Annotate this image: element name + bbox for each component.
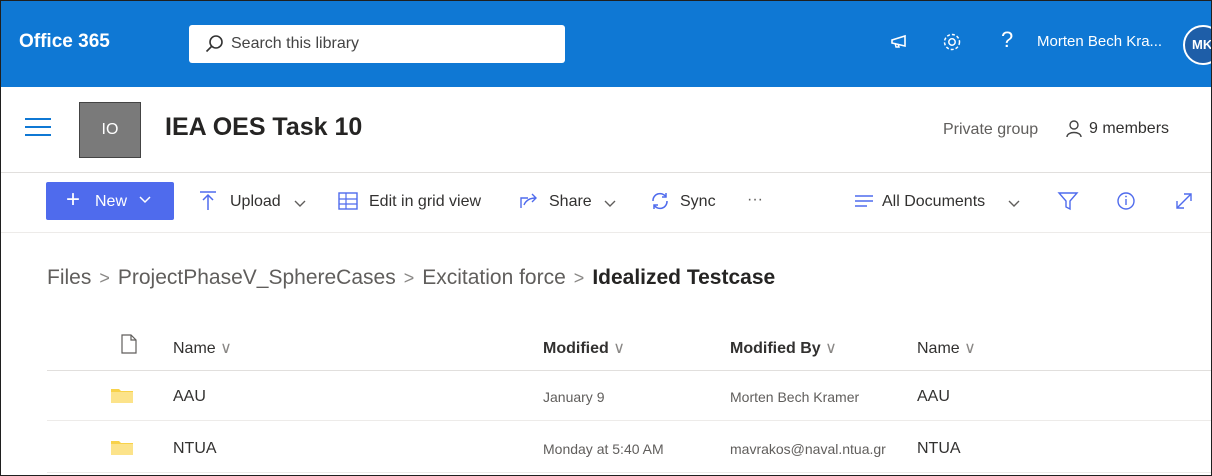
- row-modified-by[interactable]: Morten Bech Kramer: [730, 389, 859, 405]
- help-icon[interactable]: ?: [1001, 27, 1013, 53]
- row-name-2: NTUA: [917, 440, 961, 457]
- megaphone-icon[interactable]: [889, 31, 911, 53]
- app-launcher-brand[interactable]: Office 365: [19, 31, 110, 53]
- members-link[interactable]: 9 members: [1089, 120, 1169, 138]
- breadcrumb-item-excitation-force[interactable]: Excitation force: [422, 266, 566, 289]
- upload-button[interactable]: Upload: [230, 193, 281, 211]
- search-icon: [205, 35, 223, 53]
- site-title[interactable]: IEA OES Task 10: [165, 113, 362, 142]
- share-icon: [520, 193, 537, 208]
- filter-icon[interactable]: [1057, 190, 1079, 212]
- table-row[interactable]: AAU January 9 Morten Bech Kramer AAU: [47, 371, 1211, 421]
- breadcrumb-separator: >: [573, 268, 585, 288]
- column-header-name-2[interactable]: Name ∨: [917, 338, 976, 358]
- chevron-down-icon[interactable]: [1008, 200, 1020, 208]
- info-icon[interactable]: [1115, 190, 1137, 212]
- column-header-modified-by[interactable]: Modified By ∨: [730, 338, 837, 358]
- suite-bar: Office 365 Search this library ? Morten …: [1, 1, 1211, 87]
- command-bar: + New Upload Edit in grid view Share Syn…: [1, 173, 1211, 233]
- chevron-down-icon: ∨: [964, 340, 976, 357]
- sync-button[interactable]: Sync: [680, 193, 716, 211]
- group-privacy-label: Private group: [943, 121, 1039, 138]
- avatar[interactable]: MK: [1183, 25, 1211, 65]
- column-header-modified[interactable]: Modified ∨: [543, 338, 625, 358]
- breadcrumb-item-files[interactable]: Files: [47, 266, 91, 289]
- file-type-icon: [121, 334, 137, 354]
- sync-icon: [652, 192, 668, 210]
- breadcrumb-separator: >: [99, 268, 110, 288]
- folder-icon: [111, 441, 133, 455]
- gear-icon[interactable]: [941, 31, 963, 53]
- chevron-down-icon[interactable]: [294, 200, 306, 208]
- table-row[interactable]: NTUA Monday at 5:40 AM mavrakos@naval.nt…: [47, 423, 1211, 473]
- list-header: Name ∨ Modified ∨ Modified By ∨ Name ∨: [47, 321, 1211, 371]
- row-modified-by[interactable]: mavrakos@naval.ntua.gr: [730, 441, 886, 457]
- row-modified: January 9: [543, 389, 605, 405]
- sharepoint-window: Office 365 Search this library ? Morten …: [0, 0, 1212, 476]
- grid-icon: [338, 192, 358, 210]
- plus-icon: +: [66, 186, 81, 213]
- view-options-icon: [855, 195, 873, 207]
- row-name[interactable]: NTUA: [173, 440, 217, 458]
- folder-icon: [111, 389, 133, 403]
- chevron-down-icon: [139, 196, 151, 204]
- site-logo[interactable]: IO: [79, 102, 141, 158]
- person-icon: [1066, 120, 1082, 138]
- search-box[interactable]: Search this library: [189, 25, 565, 63]
- user-name[interactable]: Morten Bech Kra...: [1037, 33, 1162, 50]
- upload-icon: [200, 191, 216, 210]
- chevron-down-icon: ∨: [220, 340, 232, 357]
- row-modified: Monday at 5:40 AM: [543, 441, 664, 457]
- expand-icon[interactable]: [1173, 190, 1195, 212]
- more-options-icon[interactable]: ···: [747, 191, 763, 209]
- search-input[interactable]: Search this library: [231, 35, 359, 53]
- site-header: IO IEA OES Task 10 Private group 9 membe…: [1, 87, 1211, 173]
- new-button-label: New: [95, 193, 128, 210]
- edit-in-grid-view-button[interactable]: Edit in grid view: [369, 193, 481, 211]
- chevron-down-icon[interactable]: [604, 200, 616, 208]
- column-header-name[interactable]: Name ∨: [173, 338, 232, 358]
- row-name[interactable]: AAU: [173, 388, 206, 406]
- chevron-down-icon: ∨: [613, 340, 625, 357]
- breadcrumb-item-project[interactable]: ProjectPhaseV_SphereCases: [118, 266, 396, 289]
- row-name-2: AAU: [917, 388, 950, 405]
- hamburger-menu-icon[interactable]: [25, 118, 51, 138]
- breadcrumb-current: Idealized Testcase: [592, 266, 776, 289]
- chevron-down-icon: ∨: [825, 340, 837, 357]
- all-documents-view-selector[interactable]: All Documents: [882, 193, 985, 211]
- new-button[interactable]: + New: [46, 182, 174, 220]
- share-button[interactable]: Share: [549, 193, 592, 211]
- breadcrumb: Files > ProjectPhaseV_SphereCases > Excitati…: [47, 266, 775, 290]
- breadcrumb-separator: >: [403, 268, 415, 288]
